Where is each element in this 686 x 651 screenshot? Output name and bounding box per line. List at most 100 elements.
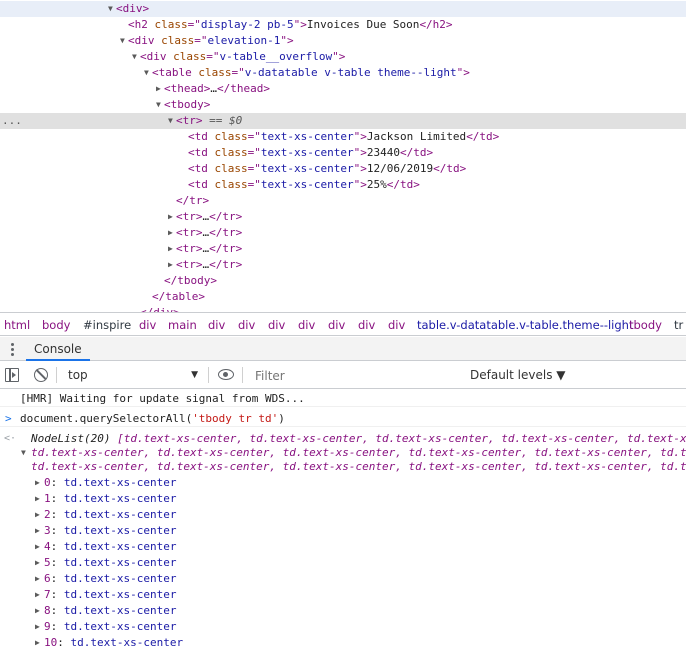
dom-node-row[interactable]: <h2 class="display-2 pb-5">Invoices Due … [0,17,686,33]
dom-node-row[interactable]: </tr> [0,193,686,209]
expand-triangle-icon[interactable]: ▶ [35,635,44,651]
dom-node-row[interactable]: ▼ <div> [0,1,686,17]
expand-triangle-icon[interactable]: ▶ [35,539,44,555]
breadcrumb-item[interactable]: body [42,318,70,332]
expand-triangle-icon[interactable]: ▶ [35,491,44,507]
list-item[interactable]: ▶ 7: td.text-xs-center [0,587,686,603]
expand-triangle-icon[interactable]: ▶ [168,257,176,273]
dom-node: ▶ <tr>…</tr> [168,209,242,225]
list-item-label: 7: td.text-xs-center [44,587,176,603]
collapse-triangle-icon[interactable]: ▼ [132,49,140,65]
default-levels-dropdown[interactable]: Default levels ▼ [470,366,566,385]
dom-node-row[interactable]: ▶ <tr>…</tr> [0,225,686,241]
breadcrumb-item[interactable]: table.v-datatable.v-table.theme--light [417,318,633,332]
expand-triangle-icon[interactable]: ▶ [35,523,44,539]
dom-node-row[interactable]: ▼ <table class="v-datatable v-table theme… [0,65,686,81]
item-value: td.text-xs-center [63,508,177,521]
dom-node-row[interactable]: </table> [0,289,686,305]
breadcrumb-item[interactable]: div [388,318,405,332]
list-item-label: 4: td.text-xs-center [44,539,176,555]
dom-node-row[interactable]: ▼ <tbody> [0,97,686,113]
dom-node-row[interactable]: ▶ <tr>…</tr> [0,209,686,225]
breadcrumb-item[interactable]: div [358,318,375,332]
dom-node-row[interactable]: </div> [0,305,686,312]
list-item[interactable]: ▶ 9: td.text-xs-center [0,619,686,635]
elements-panel[interactable]: ▼ <div> <h2 class="display-2 pb-5">Invoice… [0,0,686,312]
collapse-triangle-icon[interactable]: ▼ [168,113,176,129]
list-item[interactable]: ▶ 2: td.text-xs-center [0,507,686,523]
console-output[interactable]: [HMR] Waiting for update signal from WDS… [0,389,686,651]
item-colon: : [57,636,71,649]
dom-node-row[interactable]: <td class="text-xs-center">25%</td> [0,177,686,193]
tag-open: <tr [176,114,196,127]
item-index: 9 [44,620,51,633]
collapse-triangle-icon[interactable]: ▼ [108,1,116,17]
item-index: 10 [44,636,58,649]
breadcrumb-item[interactable]: tr [674,318,683,332]
tag-open: <td [188,146,208,159]
breadcrumb-item[interactable]: #inspire [83,318,131,332]
breadcrumb-item[interactable]: main [168,318,197,332]
closing-tag: </tr> [176,194,210,207]
dom-node-row[interactable]: ▼ <div class="v-table__overflow"> [0,49,686,65]
expand-triangle-icon[interactable]: ▶ [35,507,44,523]
dom-node-row[interactable]: ▼ <div class="elevation-1"> [0,33,686,49]
node-text: Invoices Due Soon [306,18,420,31]
collapse-triangle-icon[interactable]: ▼ [156,97,164,113]
breadcrumb-item[interactable]: div [328,318,345,332]
breadcrumb-item[interactable]: div [208,318,225,332]
context-select[interactable]: top ▼ [64,366,202,385]
dom-node-row[interactable]: ... ▼ <tr> == $0 [0,113,686,129]
dom-node-row[interactable]: ▶ <tr>…</tr> [0,257,686,273]
expand-triangle-icon[interactable]: ▶ [168,209,176,225]
list-item[interactable]: ▶ 4: td.text-xs-center [0,539,686,555]
dom-node-row[interactable]: ▶ <tr>…</tr> [0,241,686,257]
breadcrumb-item[interactable]: tbody [629,318,662,332]
tag-open-end: > [195,226,203,239]
dom-node-row[interactable]: <td class="text-xs-center">23440</td> [0,145,686,161]
breadcrumb-item[interactable]: div [139,318,156,332]
dom-node-row[interactable]: <td class="text-xs-center">Jackson Limit… [0,129,686,145]
breadcrumb-item[interactable]: div [298,318,315,332]
live-expression-eye-icon[interactable] [218,369,234,380]
filter-input[interactable] [248,366,463,385]
dom-node: ▶ <tr>…</tr> [168,241,242,257]
tag-open-end: > [203,98,211,111]
tag-open: <h2 [128,18,148,31]
tag-open: <div [116,2,143,15]
expand-triangle-icon[interactable]: ▶ [35,571,44,587]
list-item[interactable]: ▶ 8: td.text-xs-center [0,603,686,619]
item-value: td.text-xs-center [70,636,184,649]
dom-node: </tr> [168,193,209,209]
more-options-icon[interactable] [9,341,15,357]
expand-triangle-icon[interactable]: ▶ [156,81,164,97]
breadcrumb-item[interactable]: div [238,318,255,332]
expand-triangle-icon[interactable]: ▶ [35,587,44,603]
show-sidebar-icon[interactable] [5,368,19,382]
expand-triangle-icon[interactable]: ▶ [35,603,44,619]
list-item[interactable]: ▶ 5: td.text-xs-center [0,555,686,571]
clear-console-icon[interactable] [34,368,48,382]
breadcrumb-item[interactable]: div [268,318,285,332]
list-item[interactable]: ▶ 3: td.text-xs-center [0,523,686,539]
tag-open-end: > [360,162,367,175]
dom-node-row[interactable]: <td class="text-xs-center">12/06/2019</t… [0,161,686,177]
list-item[interactable]: ▶ 10: td.text-xs-center [0,635,686,651]
dom-node-row[interactable]: </tbody> [0,273,686,289]
expand-triangle-icon[interactable]: ▶ [168,241,176,257]
attribute-name: class [207,162,248,175]
item-colon: : [50,492,64,505]
closing-tag: </tr> [209,242,243,255]
expand-triangle-icon[interactable]: ▶ [168,225,176,241]
expand-triangle-icon[interactable]: ▶ [35,555,44,571]
list-item[interactable]: ▶ 6: td.text-xs-center [0,571,686,587]
tab-console[interactable]: Console [26,337,90,361]
dom-node-row[interactable]: ▶ <thead>…</thead> [0,81,686,97]
expand-triangle-icon[interactable]: ▶ [35,475,44,491]
list-item[interactable]: ▶ 0: td.text-xs-center [0,475,686,491]
list-item[interactable]: ▶ 1: td.text-xs-center [0,491,686,507]
collapse-triangle-icon[interactable]: ▼ [144,65,152,81]
breadcrumb-item[interactable]: html [4,318,30,332]
collapse-triangle-icon[interactable]: ▼ [120,33,128,49]
expand-triangle-icon[interactable]: ▶ [35,619,44,635]
